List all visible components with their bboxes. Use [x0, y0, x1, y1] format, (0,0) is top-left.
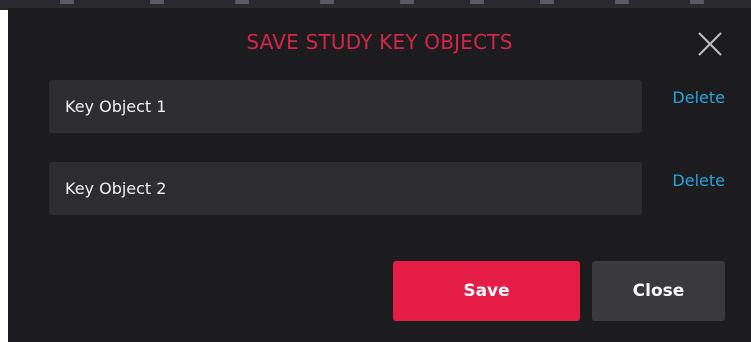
save-button[interactable]: Save	[393, 261, 580, 321]
delete-key-object-2-link[interactable]: Delete	[672, 171, 725, 190]
toolbar-icon	[690, 0, 704, 4]
toolbar-icon	[400, 0, 414, 4]
dialog-title: SAVE STUDY KEY OBJECTS	[246, 30, 513, 54]
key-object-label: Key Object 1	[65, 97, 167, 116]
toolbar-icon	[615, 0, 629, 4]
close-button[interactable]: Close	[592, 261, 725, 321]
key-object-row-1[interactable]: Key Object 1	[49, 80, 642, 133]
save-key-objects-dialog: SAVE STUDY KEY OBJECTS Key Object 1 Dele…	[8, 8, 751, 342]
toolbar-icon	[235, 0, 249, 4]
delete-key-object-1-link[interactable]: Delete	[672, 88, 725, 107]
toolbar-icon	[540, 0, 554, 4]
key-object-label: Key Object 2	[65, 179, 167, 198]
toolbar-icon	[150, 0, 164, 4]
key-object-row-2[interactable]: Key Object 2	[49, 162, 642, 215]
toolbar-icon	[470, 0, 484, 4]
close-icon[interactable]	[696, 30, 724, 58]
toolbar-icon	[60, 0, 74, 4]
toolbar-icon	[320, 0, 334, 4]
